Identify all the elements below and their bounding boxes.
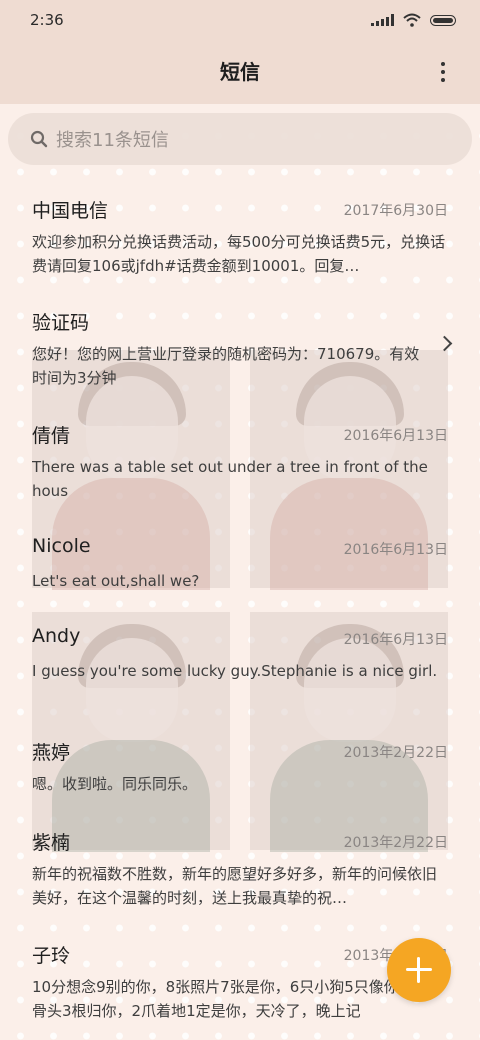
plus-icon[interactable] bbox=[387, 938, 451, 1002]
message-preview: 新年的祝福数不胜数，新年的愿望好多好多，新年的问候依旧美好，在这个温馨的时刻，送… bbox=[32, 865, 438, 907]
message-preview: There was a table set out under a tree i… bbox=[32, 458, 428, 500]
system-icons bbox=[371, 12, 456, 28]
message-item[interactable]: 燕婷 2013年2月22日 嗯。收到啦。同乐同乐。 bbox=[0, 738, 480, 798]
message-date: 2017年6月30日 bbox=[343, 203, 448, 219]
message-date: 2016年6月13日 bbox=[343, 632, 448, 648]
message-preview: 欢迎参加积分兑换话费活动，每500分可兑换话费5元，兑换话费请回复106或jfd… bbox=[32, 233, 446, 275]
message-preview: 您好！您的网上营业厅登录的随机密码为：710679。有效时间为3分钟 bbox=[32, 345, 420, 387]
message-preview: Let's eat out,shall we? bbox=[32, 572, 200, 590]
page-title: 短信 bbox=[220, 60, 260, 84]
signal-icon bbox=[371, 14, 394, 26]
message-preview: 嗯。收到啦。同乐同乐。 bbox=[32, 775, 198, 793]
message-item[interactable]: Andy 2016年6月13日 I guess you're some luck… bbox=[0, 625, 480, 705]
search-input[interactable] bbox=[54, 125, 438, 155]
sender-name: Andy bbox=[32, 625, 81, 647]
more-vert-icon[interactable] bbox=[428, 58, 458, 86]
sender-name: 子玲 bbox=[32, 945, 71, 967]
message-item[interactable]: 倩倩 2016年6月13日 There was a table set out … bbox=[0, 421, 480, 501]
message-item[interactable]: 紫楠 2013年2月22日 新年的祝福数不胜数，新年的愿望好多好多，新年的问候依… bbox=[0, 828, 480, 908]
sender-name: Nicole bbox=[32, 535, 91, 557]
app-bar: 短信 bbox=[0, 40, 480, 104]
message-preview: 10分想念9别的你，8张照片7张是你，6只小狗5只像你，4根骨头3根归你，2爪着… bbox=[32, 978, 439, 1020]
sender-name: 中国电信 bbox=[32, 200, 109, 222]
sender-name: 验证码 bbox=[32, 312, 90, 334]
status-time: 2:36 bbox=[30, 11, 64, 29]
sender-name: 紫楠 bbox=[32, 832, 71, 854]
status-bar: 2:36 bbox=[0, 0, 480, 40]
battery-icon bbox=[430, 14, 456, 26]
search-icon bbox=[30, 130, 48, 148]
search-bar[interactable] bbox=[8, 113, 472, 165]
message-item[interactable]: Nicole 2016年6月13日 Let's eat out,shall we… bbox=[0, 535, 480, 595]
sender-name: 倩倩 bbox=[32, 425, 71, 447]
sender-name: 燕婷 bbox=[32, 742, 71, 764]
wifi-icon bbox=[403, 13, 421, 27]
message-item[interactable]: 中国电信 2017年6月30日 欢迎参加积分兑换话费活动，每500分可兑换话费5… bbox=[0, 196, 480, 276]
message-preview: I guess you're some lucky guy.Stephanie … bbox=[32, 662, 438, 680]
message-date: 2013年2月22日 bbox=[343, 745, 448, 761]
message-date: 2016年6月13日 bbox=[343, 542, 448, 558]
message-date: 2013年2月22日 bbox=[343, 835, 448, 851]
message-date: 2016年6月13日 bbox=[343, 428, 448, 444]
message-item[interactable]: 验证码 您好！您的网上营业厅登录的随机密码为：710679。有效时间为3分钟 bbox=[0, 308, 480, 388]
